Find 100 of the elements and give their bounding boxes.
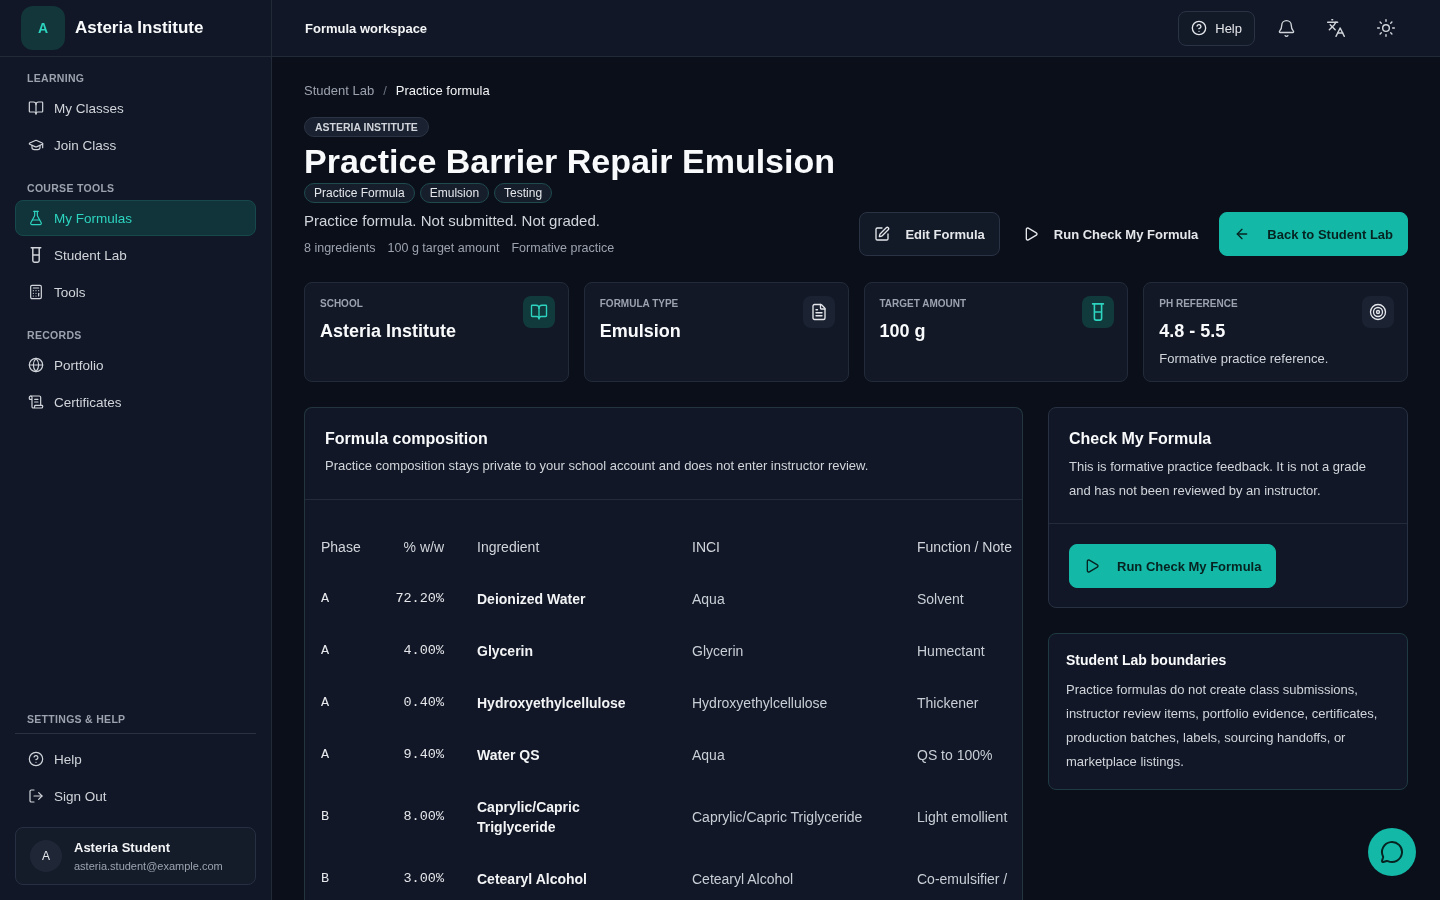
nav-item[interactable]: Sign Out	[15, 778, 256, 814]
table-cell-text: QS to 100%	[917, 746, 993, 765]
status-text: Practice formula. Not submitted. Not graded.	[304, 211, 600, 231]
edit-button[interactable]: Edit Formula	[859, 212, 1000, 256]
table-cell-text: Hydroxyethylcellulose	[477, 694, 626, 713]
back-button[interactable]: Back to Student Lab	[1219, 212, 1408, 256]
institute-badge: ASTERIA INSTITUTE	[304, 117, 429, 137]
meta-text: 8 ingredients	[304, 240, 376, 256]
play-icon	[1084, 558, 1100, 574]
tag: Emulsion	[419, 183, 490, 203]
avatar: A	[30, 840, 62, 872]
nav-item[interactable]: Tools	[15, 274, 256, 310]
formula-title: Practice Barrier Repair Emulsion	[304, 141, 835, 181]
tag: Testing	[494, 183, 553, 203]
table-cell-text: Water QS	[477, 746, 540, 765]
help-icon	[28, 751, 44, 767]
help-icon	[1191, 20, 1208, 36]
meta-text: Formative practice	[511, 240, 615, 256]
panel-description: Practice composition stays private to your school account and does not enter instructor review.	[325, 457, 869, 475]
table-cell-text: Cetearyl Alcohol	[692, 870, 794, 889]
nav-item[interactable]: My Classes	[15, 90, 256, 126]
run-check-button[interactable]: Run Check My Formula	[1069, 544, 1277, 588]
table-cell-text: B	[321, 870, 330, 888]
nav-item[interactable]: Certificates	[15, 384, 256, 420]
column-header: INCI	[692, 538, 720, 557]
table-cell-text: Glycerin	[477, 642, 534, 661]
run-check-button[interactable]: Run Check My Formula	[1013, 212, 1206, 256]
meta-text: 100 g target amount	[387, 240, 500, 256]
scroll-icon	[28, 394, 44, 410]
logo: A	[21, 6, 65, 50]
user-email: asteria.student@example.com	[74, 858, 223, 873]
panel-title: Check My Formula	[1069, 429, 1213, 449]
stat-value: Emulsion	[599, 320, 681, 343]
breadcrumb-current: Practice formula	[395, 82, 490, 100]
panel-title: Student Lab boundaries	[1066, 651, 1228, 670]
nav-item[interactable]: Portfolio	[15, 347, 256, 383]
beaker-icon	[28, 247, 44, 263]
stat-value: 4.8 - 5.5	[1159, 320, 1226, 343]
table-cell-text: A	[321, 642, 330, 660]
nav-item[interactable]: Help	[15, 741, 256, 777]
calculator-icon	[28, 284, 44, 300]
nav-item[interactable]: Join Class	[15, 127, 256, 163]
table-cell-text: Aqua	[692, 746, 725, 765]
section-label: COURSE TOOLS	[27, 181, 115, 196]
table-cell-text: A	[321, 746, 330, 764]
help-button[interactable]: Help	[1178, 10, 1255, 46]
table-cell-text: 8.00%	[403, 808, 444, 826]
table-cell-text: Caprylic/Capric Triglyceride	[477, 798, 581, 837]
table-cell-text: Co-emulsifier /	[917, 870, 1008, 889]
user-card[interactable]: A Asteria Student asteria.student@example.com	[15, 827, 256, 885]
chat-bubble-icon	[1380, 840, 1404, 864]
nav-item[interactable]: Student Lab	[15, 237, 256, 273]
column-header: Function / Note	[917, 538, 1012, 557]
translate-icon[interactable]	[1326, 18, 1346, 38]
table-cell-text: 9.40%	[403, 746, 444, 764]
stat-label: FORMULA TYPE	[599, 297, 679, 311]
brand-name: Asteria Institute	[75, 18, 204, 38]
sun-icon[interactable]	[1376, 18, 1396, 38]
section-label: LEARNING	[27, 71, 85, 86]
stat-note: Formative practice reference.	[1159, 350, 1329, 368]
table-cell-text: 3.00%	[403, 870, 444, 888]
bell-icon[interactable]	[1276, 18, 1296, 38]
book-open-icon	[28, 100, 44, 116]
table-cell-text: Thickener	[917, 694, 979, 713]
panel-title: Formula composition	[325, 429, 488, 449]
graduation-cap-icon	[28, 137, 44, 153]
pencil-square-icon	[874, 226, 891, 242]
table-cell-text: Hydroxyethylcellulose	[692, 694, 828, 713]
table-cell-text: A	[321, 694, 330, 712]
table-cell-text: 4.00%	[403, 642, 444, 660]
globe-icon	[28, 357, 44, 373]
breadcrumb-separator: /	[383, 82, 387, 100]
stat-label: PH REFERENCE	[1159, 297, 1238, 311]
table-cell-text: Cetearyl Alcohol	[477, 870, 587, 889]
table-cell-text: Humectant	[917, 642, 985, 661]
panel-description: This is formative practice feedback. It is not a grade and has not been reviewed by an instructor.	[1069, 458, 1367, 500]
panel-description: Practice formulas do not create class submissions, instructor review items, portfolio evidence, certificates, production batches, labels, sourcing handoffs, or marketplace listings.	[1066, 681, 1379, 771]
section-label: RECORDS	[27, 328, 82, 343]
flask-icon	[28, 210, 44, 226]
nav-item[interactable]: My Formulas	[15, 200, 256, 236]
section-label: SETTINGS & HELP	[27, 712, 126, 727]
table-cell-text: 0.40%	[403, 694, 444, 712]
table-cell-text: Caprylic/Capric Triglyceride	[692, 808, 863, 827]
stat-label: SCHOOL	[320, 297, 363, 311]
table-cell-text: 72.20%	[395, 590, 444, 608]
table-cell-text: Aqua	[692, 590, 725, 609]
page-title: Formula workspace	[305, 20, 428, 36]
logout-icon	[28, 788, 44, 804]
table-cell-text: Glycerin	[692, 642, 744, 661]
column-header: % w/w	[403, 538, 444, 557]
user-name: Asteria Student	[74, 839, 172, 856]
table-cell-text: Light emollient	[917, 808, 1008, 827]
column-header: Phase	[321, 538, 361, 557]
table-cell-text: Deionized Water	[477, 590, 586, 609]
breadcrumb-link[interactable]: Student Lab	[304, 82, 375, 100]
chat-button[interactable]	[1368, 828, 1416, 876]
table-cell-text: A	[321, 590, 330, 608]
stat-label: TARGET AMOUNT	[879, 297, 967, 311]
column-header: Ingredient	[477, 538, 540, 557]
stat-value: 100 g	[879, 320, 926, 343]
